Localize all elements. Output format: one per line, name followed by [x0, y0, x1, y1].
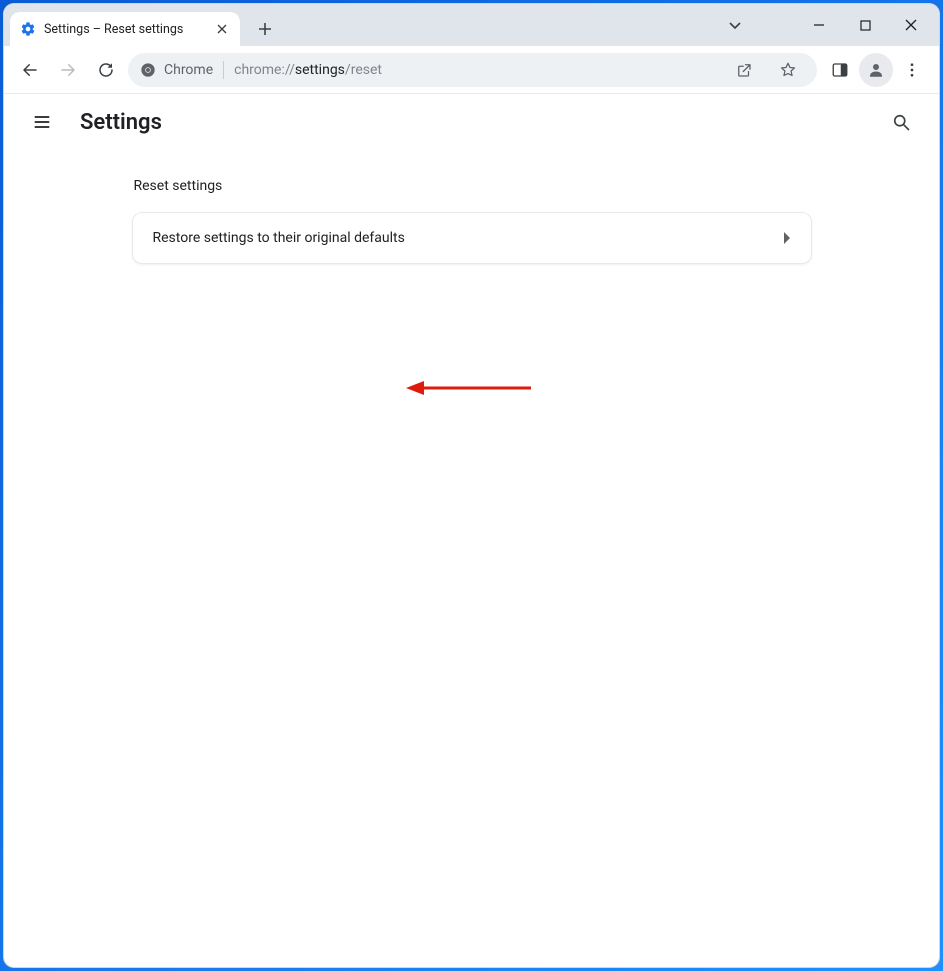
- address-bar[interactable]: Chrome chrome:// settings /reset: [128, 53, 817, 87]
- settings-content: Reset settings Restore settings to their…: [4, 150, 939, 967]
- browser-window: Settings – Reset settings: [4, 4, 939, 967]
- kebab-menu-icon[interactable]: [895, 53, 929, 87]
- side-panel-icon[interactable]: [823, 53, 857, 87]
- omnibox-chip-label: Chrome: [164, 62, 213, 78]
- minimize-button[interactable]: [797, 10, 841, 40]
- new-tab-button[interactable]: [250, 14, 280, 44]
- chrome-logo-icon: [140, 62, 156, 78]
- settings-header: Settings: [4, 94, 939, 150]
- close-window-button[interactable]: [889, 10, 933, 40]
- forward-button[interactable]: [52, 54, 84, 86]
- reload-button[interactable]: [90, 54, 122, 86]
- section-heading: Reset settings: [134, 178, 812, 194]
- reset-settings-card: Restore settings to their original defau…: [132, 212, 812, 264]
- back-button[interactable]: [14, 54, 46, 86]
- restore-defaults-row[interactable]: Restore settings to their original defau…: [133, 213, 811, 263]
- browser-toolbar: Chrome chrome:// settings /reset: [4, 46, 939, 94]
- window-controls: [797, 10, 933, 40]
- maximize-button[interactable]: [843, 10, 887, 40]
- profile-avatar[interactable]: [859, 53, 893, 87]
- bookmark-icon[interactable]: [771, 53, 805, 87]
- gear-icon: [20, 21, 36, 37]
- tab-title: Settings – Reset settings: [44, 22, 183, 37]
- tab-settings[interactable]: Settings – Reset settings: [10, 12, 240, 46]
- close-tab-button[interactable]: [214, 21, 230, 37]
- restore-defaults-label: Restore settings to their original defau…: [153, 230, 405, 246]
- hamburger-menu-button[interactable]: [24, 104, 60, 140]
- omnibox-separator: [223, 61, 224, 79]
- tab-strip: Settings – Reset settings: [4, 4, 939, 46]
- omnibox-url: chrome:// settings /reset: [234, 62, 382, 78]
- chevron-right-icon: [783, 232, 791, 244]
- search-settings-button[interactable]: [883, 104, 919, 140]
- tab-search-button[interactable]: [721, 14, 749, 36]
- share-icon[interactable]: [727, 53, 761, 87]
- page-title: Settings: [80, 110, 162, 135]
